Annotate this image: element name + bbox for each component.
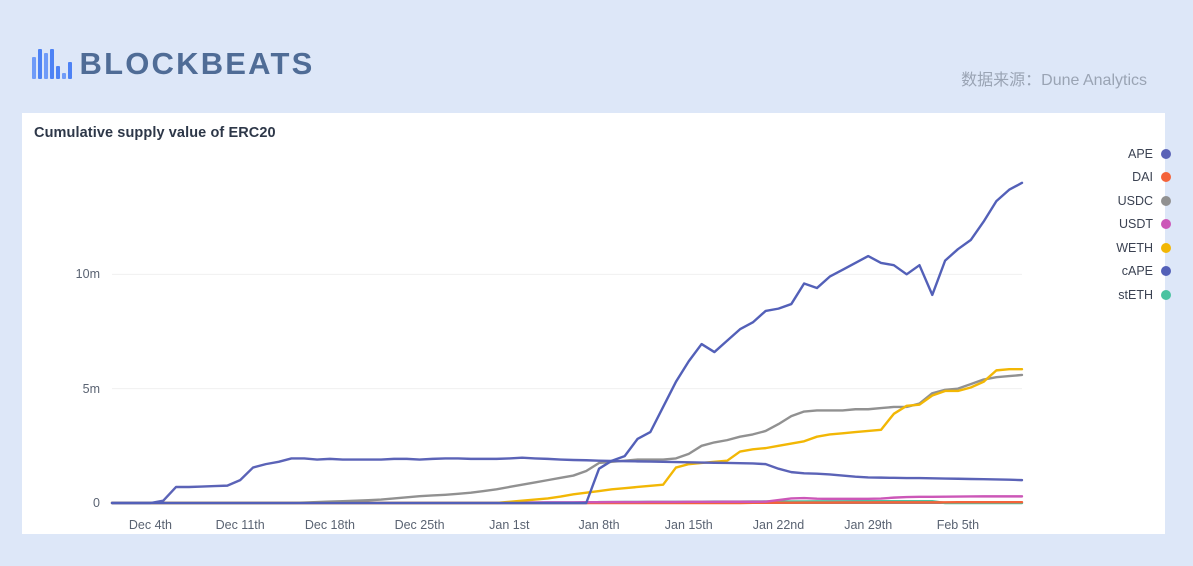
brand-name: BLOCKBEATS xyxy=(79,46,315,81)
chart-svg xyxy=(110,181,1024,505)
line-chart-plot xyxy=(22,113,1165,534)
chart-card: Cumulative supply value of ERC20 0 5m 10m … xyxy=(22,113,1165,534)
legend-color-dot-icon xyxy=(1161,172,1171,183)
page-root: BLOCKBEATS 数据来源：Dune Analytics Cumulativ… xyxy=(0,0,1193,566)
x-axis-tick-label: Dec 25th xyxy=(394,518,445,532)
legend-item-label: WETH xyxy=(1116,240,1153,255)
legend-item-label: USDC xyxy=(1117,193,1153,208)
bar-logo-icon xyxy=(32,48,72,79)
x-axis-tick-label: Dec 11th xyxy=(215,518,265,532)
legend-item-label: stETH xyxy=(1118,287,1153,302)
x-axis-tick-label: Jan 8th xyxy=(578,518,620,532)
legend-item-label: USDT xyxy=(1118,217,1153,232)
legend-item-dai[interactable]: DAI xyxy=(1071,166,1171,190)
legend-item-label: cAPE xyxy=(1121,264,1153,279)
x-axis-tick-label: Jan 1st xyxy=(489,518,530,532)
legend-color-dot-icon xyxy=(1161,266,1171,277)
brand-logo: BLOCKBEATS xyxy=(32,48,314,79)
legend-item-label: DAI xyxy=(1132,170,1153,185)
series-line-usdc[interactable] xyxy=(110,373,1024,505)
chart-legend: APE DAI USDC USDT WETH cAPE stETH xyxy=(1071,142,1171,307)
legend-item-ape[interactable]: APE xyxy=(1071,142,1171,166)
legend-item-cape[interactable]: cAPE xyxy=(1071,260,1171,284)
x-axis-tick-label: Dec 18th xyxy=(304,518,355,532)
legend-item-usdc[interactable]: USDC xyxy=(1071,189,1171,213)
legend-item-weth[interactable]: WETH xyxy=(1071,236,1171,260)
legend-item-usdt[interactable]: USDT xyxy=(1071,213,1171,237)
y-axis-tick-label: 10m xyxy=(75,267,100,282)
legend-color-dot-icon xyxy=(1161,242,1171,253)
y-axis-tick-label: 0 xyxy=(93,496,100,510)
x-axis-tick-label: Jan 29th xyxy=(844,518,893,532)
legend-color-dot-icon xyxy=(1161,289,1171,300)
legend-color-dot-icon xyxy=(1161,219,1171,230)
x-axis-tick-label: Feb 5th xyxy=(936,518,980,532)
legend-item-label: APE xyxy=(1127,146,1153,161)
legend-color-dot-icon xyxy=(1161,148,1171,159)
page-header: BLOCKBEATS 数据来源：Dune Analytics xyxy=(0,0,1193,113)
x-axis-tick-label: Dec 4th xyxy=(128,518,172,532)
x-axis-tick-label: Jan 22nd xyxy=(752,518,805,532)
series-line-cape[interactable] xyxy=(110,181,1024,505)
series-line-weth[interactable] xyxy=(110,368,1024,505)
y-axis-tick-label: 5m xyxy=(82,381,100,396)
data-source-label: 数据来源：Dune Analytics xyxy=(961,72,1147,89)
legend-color-dot-icon xyxy=(1161,195,1171,206)
x-axis-tick-label: Jan 15th xyxy=(664,518,713,532)
legend-item-steth[interactable]: stETH xyxy=(1071,283,1171,307)
